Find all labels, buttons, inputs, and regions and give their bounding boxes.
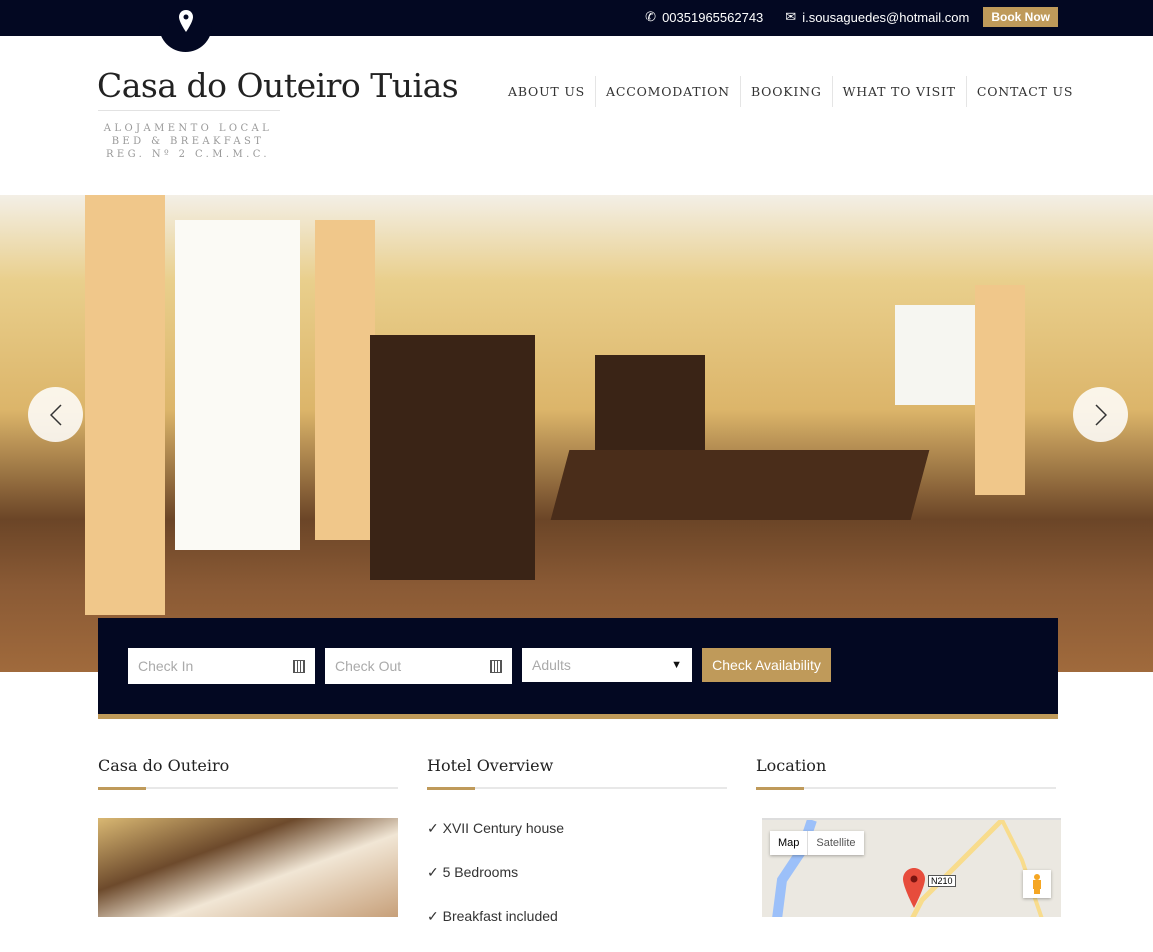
check-in-input[interactable]: Check In xyxy=(128,648,315,684)
location-pin-badge[interactable] xyxy=(159,0,212,52)
check-out-input[interactable]: Check Out xyxy=(325,648,512,684)
nav-what-to-visit[interactable]: WHAT TO VISIT xyxy=(831,76,966,107)
overview-section: Hotel Overview xyxy=(427,756,727,790)
satellite-tab[interactable]: Satellite xyxy=(808,831,863,855)
caret-down-icon: ▼ xyxy=(671,659,682,671)
book-now-button[interactable]: Book Now xyxy=(983,7,1058,27)
adults-select[interactable]: Adults ▼ xyxy=(522,648,692,682)
map-pin-icon xyxy=(178,10,193,32)
dining-room-photo xyxy=(98,818,398,917)
map-tab[interactable]: Map xyxy=(770,831,809,855)
chevron-left-icon xyxy=(49,403,62,426)
list-item: ✓ Breakfast included xyxy=(427,908,558,924)
calendar-icon[interactable] xyxy=(293,659,305,673)
nav-booking[interactable]: BOOKING xyxy=(739,76,832,107)
check-out-placeholder: Check Out xyxy=(335,658,402,674)
location-map[interactable]: Map Satellite N210 xyxy=(762,818,1061,917)
hero-curtain xyxy=(315,220,375,540)
tagline-line: BED & BREAKFAST xyxy=(111,136,265,147)
overview-list: ✓ XVII Century house ✓ 5 Bedrooms ✓ Brea… xyxy=(427,820,564,952)
email-address[interactable]: i.sousaguedes@hotmail.com xyxy=(802,10,969,25)
booking-form: Check In Check Out Adults ▼ Check Availa… xyxy=(98,618,1058,719)
section-divider xyxy=(98,787,398,790)
hero-window xyxy=(895,305,975,405)
slider-next-button[interactable] xyxy=(1073,387,1128,442)
hero-dining-table xyxy=(550,450,930,520)
calendar-icon[interactable] xyxy=(490,659,502,673)
section-title: Location xyxy=(756,756,827,775)
hero-curtain xyxy=(975,285,1025,495)
road-label: N210 xyxy=(928,875,956,887)
divider xyxy=(98,110,280,111)
main-nav: ABOUT US ACCOMODATION BOOKING WHAT TO VI… xyxy=(498,76,1083,107)
phone-number[interactable]: 00351965562743 xyxy=(662,10,763,25)
section-divider xyxy=(756,787,1056,790)
about-section: Casa do Outeiro xyxy=(98,756,398,790)
site-title[interactable]: Casa do Outeiro Tuias xyxy=(97,66,459,105)
adults-placeholder: Adults xyxy=(532,657,571,673)
check-in-placeholder: Check In xyxy=(138,658,194,674)
nav-contact-us[interactable]: CONTACT US xyxy=(965,76,1083,107)
nav-accomodation[interactable]: ACCOMODATION xyxy=(595,76,740,107)
pegman-icon xyxy=(1033,874,1041,894)
chevron-right-icon xyxy=(1094,403,1107,426)
hero-curtain xyxy=(85,195,165,615)
tagline-line: ALOJAMENTO LOCAL xyxy=(103,123,273,134)
mail-icon: ✉ xyxy=(785,9,797,24)
street-view-pegman-icon[interactable] xyxy=(1023,870,1051,898)
list-item: ✓ XVII Century house xyxy=(427,820,565,836)
hero-slider xyxy=(0,195,1153,672)
map-type-control: Map Satellite xyxy=(770,831,864,855)
section-title: Hotel Overview xyxy=(427,756,554,775)
map-marker-icon[interactable] xyxy=(903,868,925,908)
contact-info: ✆ 00351965562743 ✉ i.sousaguedes@hotmail… xyxy=(645,7,1058,27)
section-divider xyxy=(427,787,727,790)
slider-prev-button[interactable] xyxy=(28,387,83,442)
hero-window xyxy=(175,220,300,550)
hero-buffet xyxy=(370,335,535,580)
phone-icon: ✆ xyxy=(645,9,657,24)
check-availability-button[interactable]: Check Availability xyxy=(702,648,831,682)
nav-about-us[interactable]: ABOUT US xyxy=(498,76,595,107)
location-section: Location xyxy=(756,756,1056,790)
tagline-line: REG. Nº 2 C.M.M.C. xyxy=(106,149,270,160)
section-title: Casa do Outeiro xyxy=(98,756,230,775)
tagline: ALOJAMENTO LOCAL BED & BREAKFAST REG. Nº… xyxy=(98,122,278,161)
hero-buffet xyxy=(595,355,705,465)
top-bar: ✆ 00351965562743 ✉ i.sousaguedes@hotmail… xyxy=(0,0,1153,52)
list-item: ✓ 5 Bedrooms xyxy=(427,864,519,880)
